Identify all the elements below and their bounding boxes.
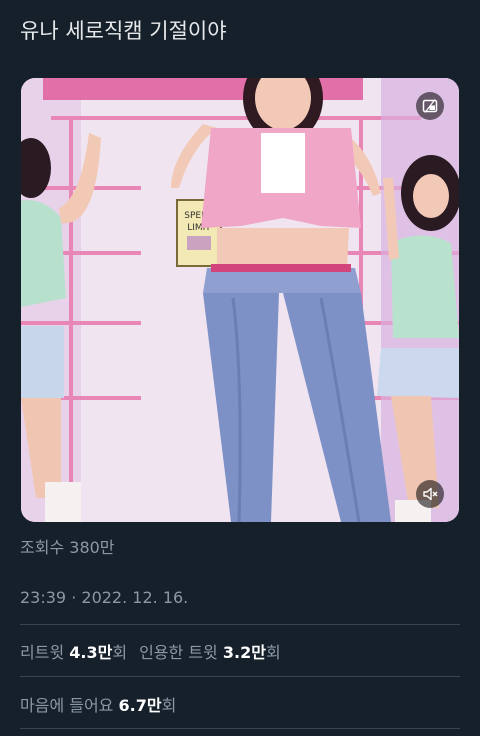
likes-label: 마음에 들어요	[20, 696, 114, 715]
timestamp-date: 2022. 12. 16.	[81, 588, 189, 607]
picture-in-picture-button[interactable]	[416, 92, 444, 120]
quotes-suffix: 회	[265, 643, 281, 662]
divider	[20, 624, 460, 625]
retweets-stat[interactable]: 리트윗 4.3만회	[20, 643, 127, 662]
quotes-count: 3.2만	[222, 643, 266, 662]
quotes-stat[interactable]: 인용한 트윗 3.2만회	[139, 643, 281, 662]
retweets-suffix: 회	[112, 643, 128, 662]
video-frame[interactable]: SPEED LIMIT	[21, 78, 459, 522]
divider	[20, 676, 460, 677]
retweets-label: 리트윗	[20, 643, 65, 662]
retweet-quote-stats: 리트윗 4.3만회 인용한 트윗 3.2만회	[20, 639, 281, 663]
view-count: 조회수 380만	[20, 534, 115, 558]
view-count-label: 조회수	[20, 538, 65, 557]
likes-suffix: 회	[161, 696, 177, 715]
quotes-label: 인용한 트윗	[139, 643, 218, 662]
speaker-muted-icon	[423, 487, 438, 501]
timestamp-time: 23:39	[20, 588, 67, 607]
divider	[20, 728, 460, 729]
timestamp-separator: ·	[71, 588, 77, 607]
tweet-timestamp[interactable]: 23:39 · 2022. 12. 16.	[20, 588, 188, 607]
video-player[interactable]: SPEED LIMIT	[21, 78, 459, 522]
view-count-value: 380만	[69, 538, 115, 557]
likes-stat[interactable]: 마음에 들어요 6.7만회	[20, 692, 176, 716]
picture-in-picture-icon	[422, 99, 438, 113]
mute-toggle-button[interactable]	[416, 480, 444, 508]
likes-count: 6.7만	[118, 696, 162, 715]
retweets-count: 4.3만	[69, 643, 113, 662]
tweet-text: 유나 세로직캠 기절이야	[20, 19, 227, 43]
